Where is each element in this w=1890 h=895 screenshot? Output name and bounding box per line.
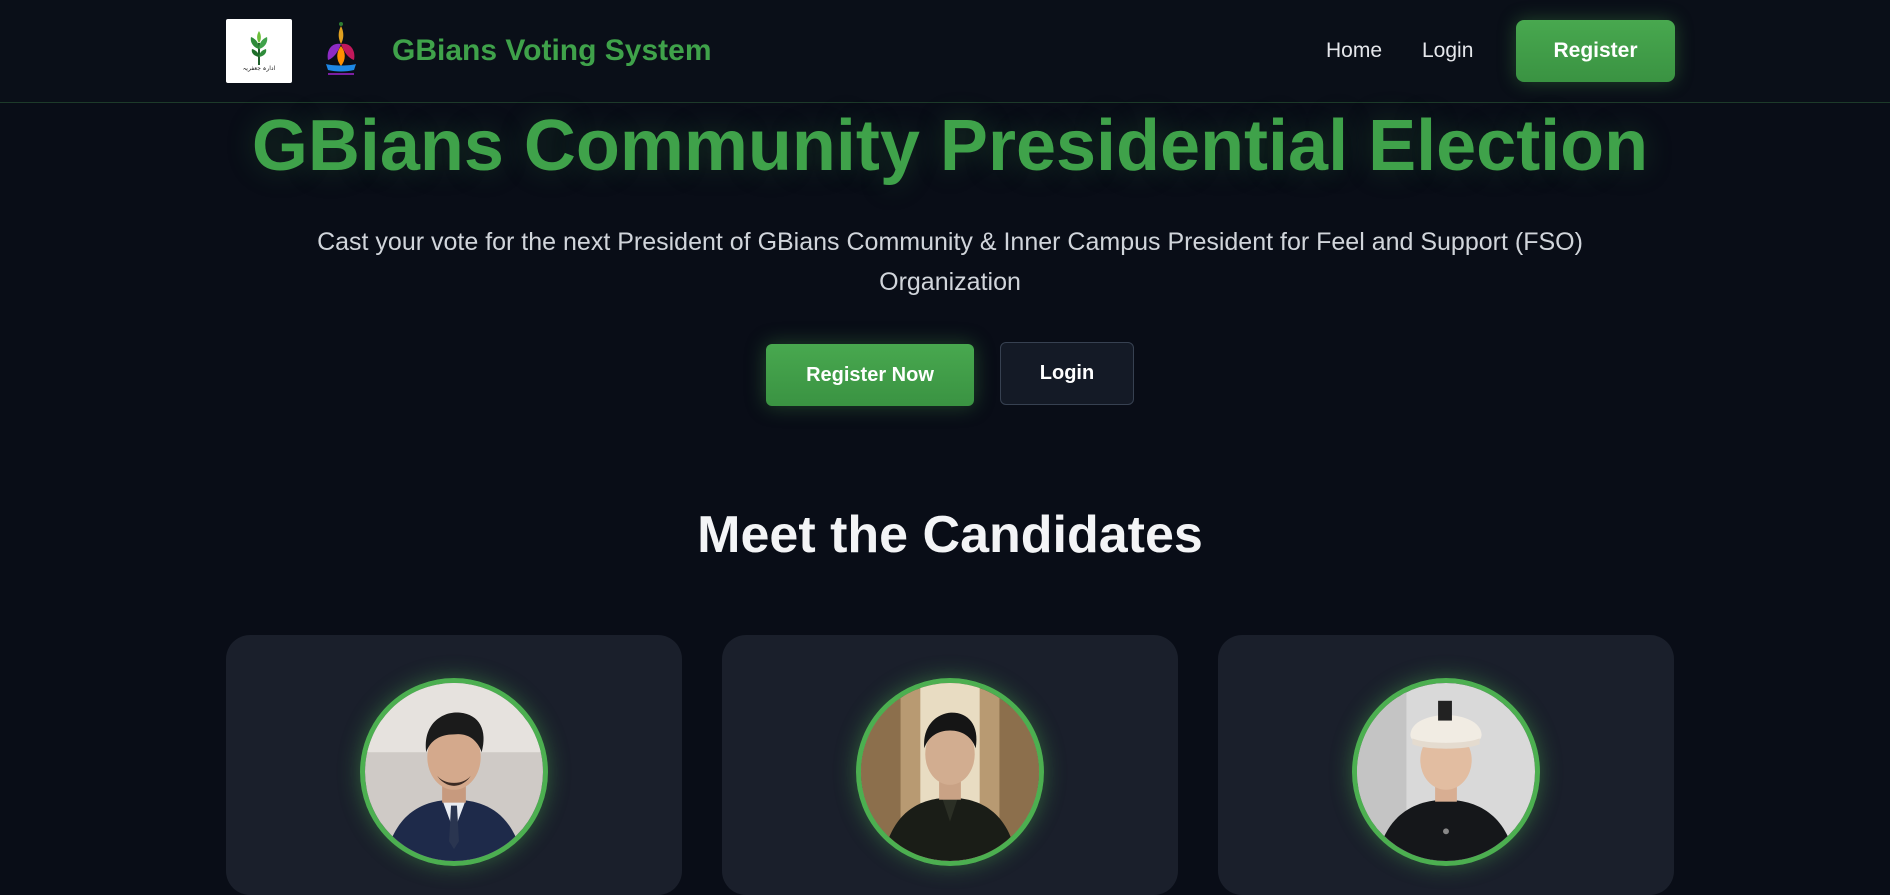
flame-emblem-icon <box>326 22 356 75</box>
fso-logo[interactable] <box>320 20 362 80</box>
login-button[interactable]: Login <box>1000 342 1134 405</box>
person-photo-icon <box>365 683 543 861</box>
candidates-section-title: Meet the Candidates <box>697 506 1203 564</box>
navbar: ادارہ جعفریہ GBians Voting System Home L… <box>0 0 1890 103</box>
candidate-card[interactable] <box>1218 635 1674 895</box>
nav-login-link[interactable]: Login <box>1422 36 1473 66</box>
person-photo-icon <box>1357 683 1535 861</box>
brand-title[interactable]: GBians Voting System <box>392 29 712 73</box>
organization-logo[interactable]: ادارہ جعفریہ <box>226 19 292 83</box>
register-now-button[interactable]: Register Now <box>766 344 974 406</box>
plant-icon <box>250 30 268 65</box>
person-photo-icon <box>861 683 1039 861</box>
candidate-photo <box>360 678 548 866</box>
candidate-card[interactable] <box>226 635 682 895</box>
nav-home-link[interactable]: Home <box>1326 36 1382 66</box>
hero-title: GBians Community Presidential Election <box>251 106 1649 186</box>
candidate-photo <box>856 678 1044 866</box>
logo-caption: ادارہ جعفریہ <box>242 64 276 72</box>
candidate-photo <box>1352 678 1540 866</box>
nav-register-button[interactable]: Register <box>1516 20 1675 82</box>
hero-subtitle: Cast your vote for the next President of… <box>317 228 1583 296</box>
candidate-card[interactable] <box>722 635 1178 895</box>
